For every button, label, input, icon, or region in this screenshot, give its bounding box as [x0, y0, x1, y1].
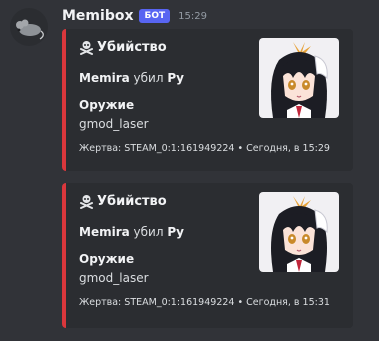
embed-description: Memira убил Ру [79, 71, 184, 85]
kill-verb: убил [129, 71, 168, 85]
embed-thumbnail[interactable] [259, 38, 339, 118]
kill-embed: Убийство Memira убил Ру Оружие gmod_lase… [62, 29, 353, 171]
embed-thumbnail[interactable] [259, 192, 339, 272]
embed-title-text: Убийство [97, 194, 167, 209]
skull-crossbones-icon [79, 194, 94, 209]
embed-title: Убийство [79, 194, 167, 209]
embed-title: Убийство [79, 40, 167, 55]
anime-character-thumbnail [259, 38, 339, 118]
weapon-field-name: Оружие [79, 98, 135, 112]
anime-character-thumbnail [259, 192, 339, 272]
mouse-icon [16, 19, 44, 40]
weapon-field-name: Оружие [79, 252, 135, 266]
kill-verb: убил [129, 225, 168, 239]
weapon-field-value: gmod_laser [79, 117, 149, 131]
embed-title-text: Убийство [97, 40, 167, 55]
killer-name: Memira [79, 225, 130, 239]
bot-avatar[interactable] [10, 8, 48, 46]
victim-name: Ру [167, 71, 184, 85]
author-name[interactable]: Memibox [62, 8, 133, 24]
kill-embed: Убийство Memira убил Ру Оружие gmod_lase… [62, 183, 353, 328]
skull-crossbones-icon [79, 40, 94, 55]
chat-message: Memibox БОТ 15:29 Убийство Memira убил Р… [0, 0, 379, 341]
message-header: Memibox БОТ 15:29 [62, 6, 207, 26]
embed-footer: Жертва: STEAM_0:1:161949224 • Сегодня, в… [79, 143, 330, 154]
bot-badge: БОТ [139, 9, 171, 23]
embed-footer: Жертва: STEAM_0:1:161949224 • Сегодня, в… [79, 297, 330, 308]
weapon-field-value: gmod_laser [79, 271, 149, 285]
victim-name: Ру [167, 225, 184, 239]
killer-name: Memira [79, 71, 130, 85]
message-timestamp[interactable]: 15:29 [178, 11, 207, 22]
embed-description: Memira убил Ру [79, 225, 184, 239]
